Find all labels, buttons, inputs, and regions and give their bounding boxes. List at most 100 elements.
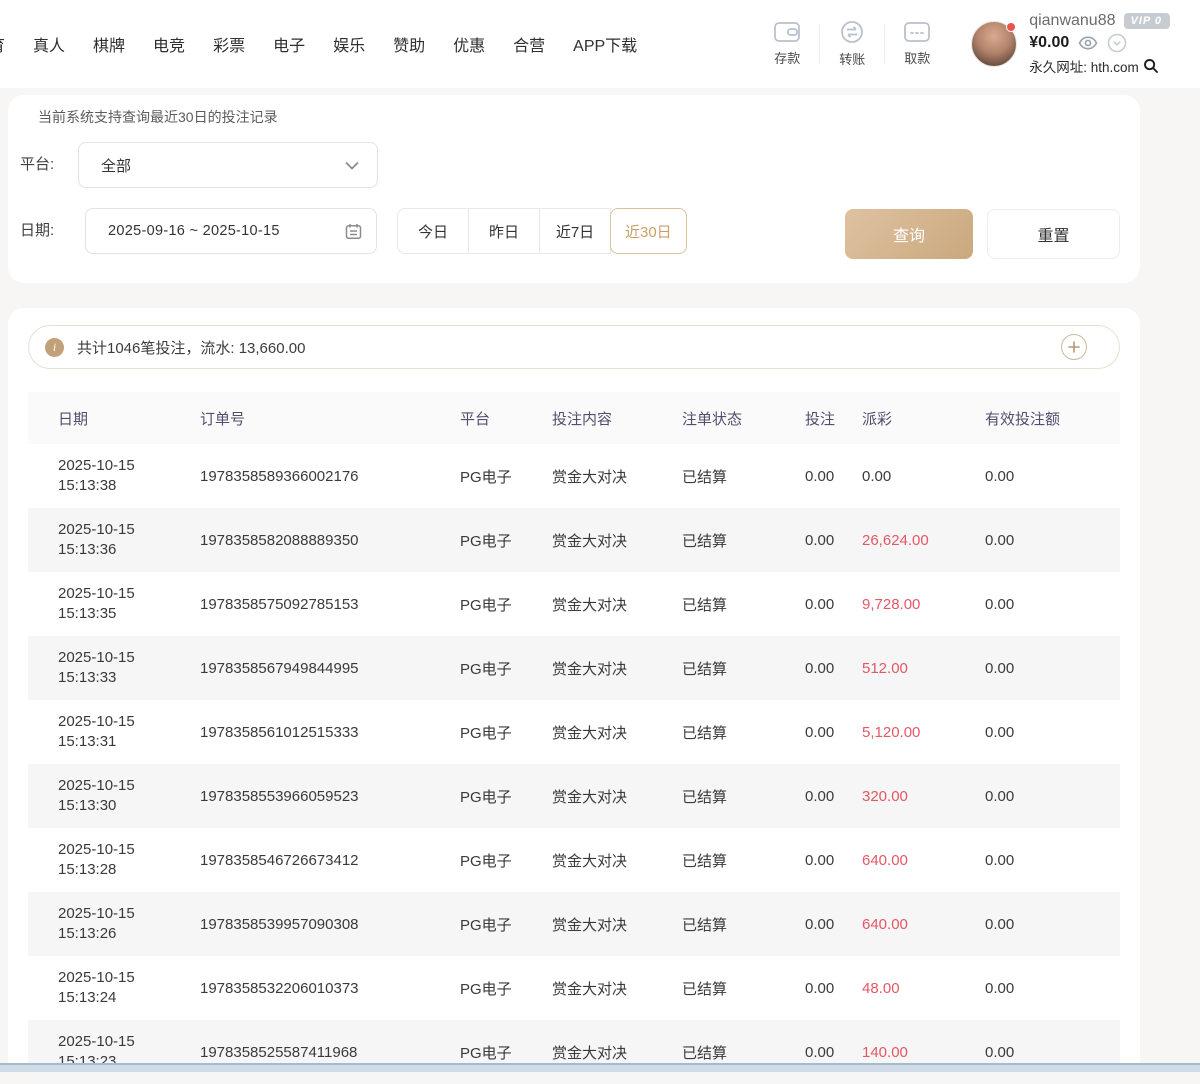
bet-amount-cell: 0.00 (805, 700, 862, 764)
date-label: 日期: (20, 219, 54, 240)
bet-amount-cell: 0.00 (805, 892, 862, 956)
payout-cell: 0.00 (862, 444, 985, 508)
col-bet: 投注 (805, 392, 862, 444)
horizontal-scrollbar[interactable] (0, 1063, 1200, 1072)
platform-cell: PG电子 (460, 508, 552, 572)
transfer-button[interactable]: 转账 (820, 20, 884, 68)
payout-cell: 9,728.00 (862, 572, 985, 636)
bet-amount-cell: 0.00 (805, 764, 862, 828)
notification-dot (1006, 22, 1016, 32)
user-info: qianwanu88 VIP 0 ¥0.00 (1029, 12, 1170, 76)
order-number: 1978358582088889350 (200, 508, 460, 572)
payout-cell: 26,624.00 (862, 508, 985, 572)
wallet-icon (773, 21, 801, 43)
status-cell: 已结算 (682, 892, 805, 956)
info-icon: i (45, 338, 64, 357)
payout-cell: 640.00 (862, 828, 985, 892)
valid-bet-cell: 0.00 (985, 700, 1120, 764)
nav-item-sports[interactable]: 体育 (0, 32, 5, 56)
search-button[interactable]: 查询 (845, 209, 973, 259)
eye-icon[interactable] (1078, 36, 1098, 50)
valid-bet-cell: 0.00 (985, 572, 1120, 636)
bet-date: 2025-10-15 (58, 520, 200, 540)
nav-item-slots[interactable]: 电子 (273, 32, 305, 56)
bet-amount-cell: 0.00 (805, 444, 862, 508)
content-cell: 赏金大对决 (552, 444, 682, 508)
nav-item-esports[interactable]: 电竞 (153, 32, 185, 56)
table-row: 2025-10-1515:13:23 1978358525587411968 P… (28, 1020, 1120, 1084)
platform-cell: PG电子 (460, 444, 552, 508)
table-header-row: 日期 订单号 平台 投注内容 注单状态 投注 派彩 有效投注额 (28, 392, 1120, 444)
chevron-down-circle-icon[interactable] (1107, 33, 1127, 53)
user-avatar[interactable] (971, 21, 1017, 67)
order-number: 1978358539957090308 (200, 892, 460, 956)
permanent-site-link[interactable]: 永久网址: hth.com (1029, 56, 1139, 76)
platform-label: 平台: (20, 153, 54, 174)
top-bar: 体育 真人 棋牌 电竞 彩票 电子 娱乐 赞助 优惠 合营 APP下载 存款 (0, 0, 1200, 88)
status-cell: 已结算 (682, 828, 805, 892)
bet-date: 2025-10-15 (58, 968, 200, 988)
nav-item-sponsor[interactable]: 赞助 (393, 32, 425, 56)
bet-records-card: i 共计1046笔投注，流水: 13,660.00 日期 订单号 平台 投注内容… (8, 308, 1140, 1072)
valid-bet-cell: 0.00 (985, 444, 1120, 508)
bet-amount-cell: 0.00 (805, 828, 862, 892)
withdraw-label: 取款 (904, 48, 930, 67)
content-cell: 赏金大对决 (552, 956, 682, 1020)
col-content: 投注内容 (552, 392, 682, 444)
nav-item-cards[interactable]: 棋牌 (93, 32, 125, 56)
platform-cell: PG电子 (460, 764, 552, 828)
content-cell: 赏金大对决 (552, 700, 682, 764)
topbar-right: 存款 转账 取款 (755, 0, 1170, 88)
quick-today-button[interactable]: 今日 (397, 208, 469, 254)
nav-item-lottery[interactable]: 彩票 (213, 32, 245, 56)
quick-date-group: 今日 昨日 近7日 近30日 (397, 208, 687, 254)
deposit-label: 存款 (774, 48, 800, 67)
search-icon[interactable] (1143, 58, 1159, 74)
bet-amount-cell: 0.00 (805, 508, 862, 572)
bet-time: 15:13:26 (58, 924, 200, 944)
valid-bet-cell: 0.00 (985, 1020, 1120, 1084)
deposit-button[interactable]: 存款 (755, 21, 819, 67)
order-number: 1978358546726673412 (200, 828, 460, 892)
bet-date: 2025-10-15 (58, 1032, 200, 1052)
col-payout: 派彩 (862, 392, 985, 444)
reset-button[interactable]: 重置 (987, 209, 1120, 259)
date-range-input[interactable]: 2025-09-16 ~ 2025-10-15 (85, 208, 377, 254)
content-cell: 赏金大对决 (552, 1020, 682, 1084)
calendar-icon (345, 223, 362, 240)
order-number: 1978358567949844995 (200, 636, 460, 700)
col-order: 订单号 (200, 392, 460, 444)
bet-date: 2025-10-15 (58, 648, 200, 668)
table-row: 2025-10-1515:13:36 1978358582088889350 P… (28, 508, 1120, 572)
quick-30days-button[interactable]: 近30日 (610, 208, 687, 254)
vip-badge: VIP 0 (1124, 13, 1171, 29)
quick-7days-button[interactable]: 近7日 (539, 208, 611, 254)
nav-item-promo[interactable]: 优惠 (453, 32, 485, 56)
nav-item-entertain[interactable]: 娱乐 (333, 32, 365, 56)
status-cell: 已结算 (682, 508, 805, 572)
table-row: 2025-10-1515:13:33 1978358567949844995 P… (28, 636, 1120, 700)
platform-select[interactable]: 全部 (78, 142, 378, 188)
bet-time: 15:13:35 (58, 604, 200, 624)
order-number: 1978358525587411968 (200, 1020, 460, 1084)
expand-plus-icon[interactable] (1061, 334, 1087, 360)
bet-date: 2025-10-15 (58, 584, 200, 604)
content-cell: 赏金大对决 (552, 508, 682, 572)
table-row: 2025-10-1515:13:35 1978358575092785153 P… (28, 572, 1120, 636)
date-range-value: 2025-09-16 ~ 2025-10-15 (108, 223, 280, 239)
payout-cell: 48.00 (862, 956, 985, 1020)
transfer-label: 转账 (839, 49, 865, 68)
nav-item-app[interactable]: APP下载 (573, 32, 637, 56)
platform-cell: PG电子 (460, 892, 552, 956)
bet-date: 2025-10-15 (58, 840, 200, 860)
nav-item-live[interactable]: 真人 (33, 32, 65, 56)
quick-yesterday-button[interactable]: 昨日 (468, 208, 540, 254)
bet-time: 15:13:33 (58, 668, 200, 688)
withdraw-button[interactable]: 取款 (885, 21, 949, 67)
nav-item-agent[interactable]: 合营 (513, 32, 545, 56)
col-valid-bet: 有效投注额 (985, 392, 1120, 444)
bet-date: 2025-10-15 (58, 904, 200, 924)
status-cell: 已结算 (682, 764, 805, 828)
bet-date: 2025-10-15 (58, 712, 200, 732)
col-date: 日期 (28, 392, 200, 444)
